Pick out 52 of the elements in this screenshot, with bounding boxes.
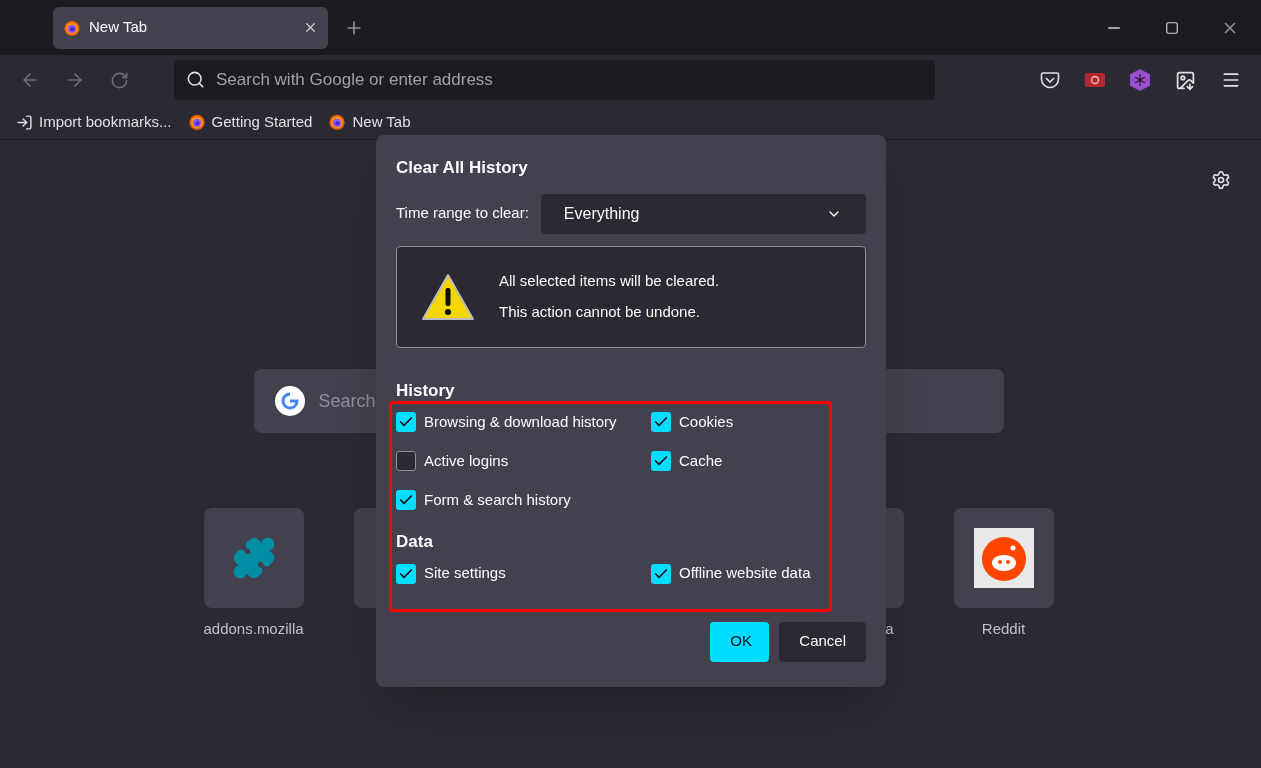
checkbox[interactable] — [651, 451, 671, 471]
reddit-icon — [973, 528, 1034, 588]
maximize-icon[interactable] — [1165, 20, 1179, 35]
time-range-label: Time range to clear: — [396, 203, 529, 224]
section-heading: History — [396, 379, 456, 402]
site-label: Reddit — [980, 619, 1027, 639]
checkbox[interactable] — [396, 451, 416, 471]
dialog-title: Clear All History — [396, 157, 529, 179]
checkbox-label: Cookies — [679, 411, 734, 432]
cancel-button[interactable]: Cancel — [779, 621, 866, 662]
search-icon — [186, 70, 205, 89]
tab-title: New Tab — [89, 17, 149, 38]
warning-text: This action cannot be undone. — [499, 301, 701, 322]
checkbox-label: Offline website data — [679, 563, 811, 584]
pocket-icon[interactable] — [1040, 71, 1060, 89]
close-icon[interactable] — [303, 20, 318, 35]
checkbox[interactable] — [396, 490, 416, 510]
image-download-icon[interactable] — [1175, 69, 1196, 91]
address-bar[interactable]: Search with Google or enter address — [174, 60, 935, 100]
puzzle-icon — [231, 536, 276, 580]
checkbox-label: Form & search history — [424, 489, 571, 510]
settings-icon[interactable] — [1211, 170, 1231, 190]
ok-button[interactable]: OK — [710, 621, 770, 662]
hexagon-icon[interactable] — [1130, 69, 1150, 91]
checkbox-label: Cache — [679, 450, 723, 471]
import-icon — [16, 113, 33, 131]
reload-icon[interactable] — [110, 70, 129, 90]
firefox-icon — [328, 113, 347, 131]
warning-icon — [421, 272, 475, 321]
firefox-icon — [63, 18, 81, 37]
checkbox[interactable] — [396, 563, 416, 584]
menu-icon[interactable] — [1221, 70, 1241, 90]
site-tile[interactable] — [953, 508, 1054, 608]
checkbox[interactable] — [651, 412, 671, 432]
time-range-dropdown[interactable]: Everything — [540, 193, 866, 234]
checkbox-label: Browsing & download history — [424, 411, 617, 432]
bookmark-item[interactable]: New Tab — [352, 110, 411, 134]
warning-text: All selected items will be cleared. — [499, 271, 720, 291]
google-icon — [274, 386, 305, 416]
site-tile[interactable] — [203, 508, 304, 608]
site-label: addons.mozilla — [203, 619, 304, 639]
bookmark-item[interactable]: Import bookmarks... — [39, 110, 172, 134]
site-label: a — [885, 619, 894, 639]
checkbox-label: Site settings — [424, 563, 506, 584]
section-heading: Data — [396, 531, 434, 553]
extension-icon[interactable] — [1085, 73, 1105, 87]
firefox-icon — [187, 113, 206, 131]
checkbox[interactable] — [396, 412, 416, 432]
bookmark-item[interactable]: Getting Started — [211, 110, 313, 134]
checkbox[interactable] — [651, 563, 671, 584]
checkbox-label: Active logins — [424, 450, 509, 471]
browser-tab[interactable]: New Tab — [53, 6, 328, 49]
